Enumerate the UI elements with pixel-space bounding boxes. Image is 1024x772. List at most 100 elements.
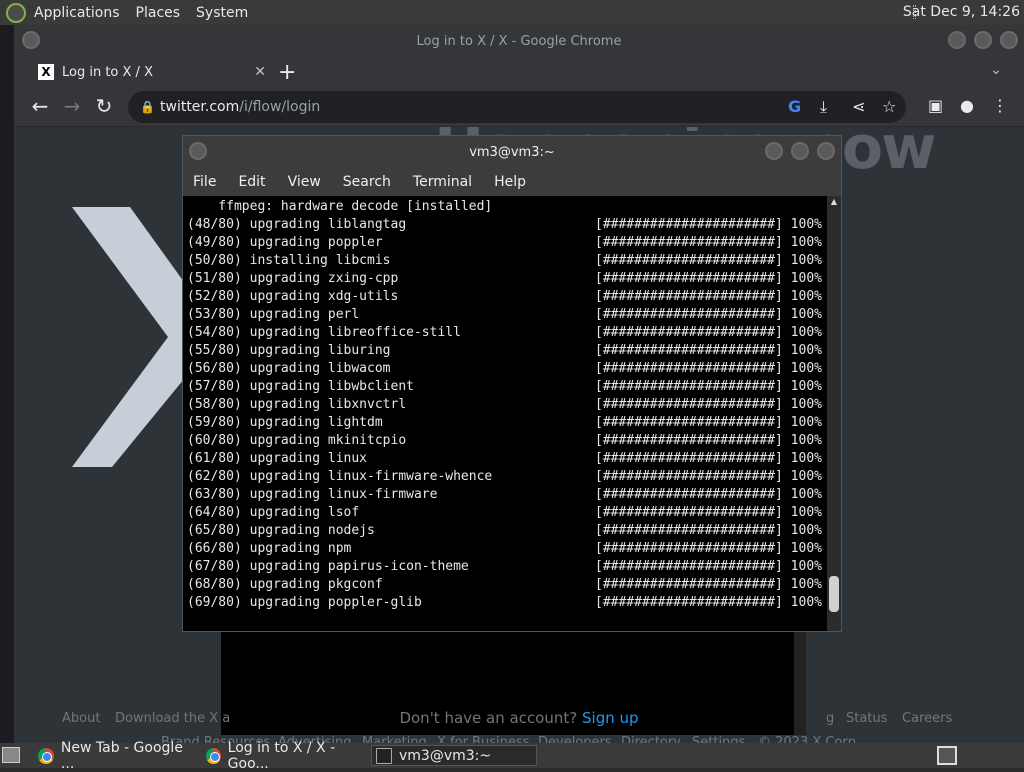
back-icon[interactable]: ← bbox=[24, 94, 56, 118]
package-step: (62/80) upgrading linux-firmware-whence bbox=[187, 469, 493, 484]
minimize-button[interactable] bbox=[948, 31, 966, 49]
progress-bar-text: [######################] 100% bbox=[595, 505, 822, 520]
terminal-maximize-button[interactable] bbox=[791, 142, 809, 160]
footer-link-careers[interactable]: Careers bbox=[902, 711, 952, 726]
footer-link-directory[interactable]: Directory bbox=[621, 735, 681, 743]
terminal-line: (50/80) installing libcmis [#############… bbox=[187, 252, 827, 270]
task-terminal[interactable]: vm3@vm3:~ bbox=[371, 745, 537, 766]
terminal-output[interactable]: ffmpeg: hardware decode [installed] (48/… bbox=[183, 196, 827, 631]
address-bar[interactable]: 🔒 twitter.com/i/flow/login G ⤓ ⋖ ☆ bbox=[128, 91, 906, 123]
footer-link-settings[interactable]: Settings bbox=[692, 735, 745, 743]
progress-bar-text: [######################] 100% bbox=[595, 541, 822, 556]
show-desktop-icon[interactable] bbox=[2, 747, 20, 763]
package-step: (55/80) upgrading liburing bbox=[187, 343, 391, 358]
bookmark-star-icon[interactable]: ☆ bbox=[882, 91, 896, 123]
terminal-line: (51/80) upgrading zxing-cpp [############… bbox=[187, 270, 827, 288]
progress-bar-text: [######################] 100% bbox=[595, 397, 822, 412]
new-tab-icon[interactable]: + bbox=[278, 60, 296, 85]
terminal-menu-search[interactable]: Search bbox=[343, 174, 391, 190]
side-panel-icon[interactable]: ▣ bbox=[928, 96, 943, 115]
progress-bar-text: [######################] 100% bbox=[595, 289, 822, 304]
terminal-minimize-button[interactable] bbox=[765, 142, 783, 160]
scrollbar-thumb[interactable] bbox=[829, 576, 839, 612]
task-label: New Tab - Google ... bbox=[60, 739, 183, 772]
chrome-icon bbox=[206, 747, 221, 764]
package-step: (48/80) upgrading liblangtag bbox=[187, 217, 407, 232]
clock[interactable]: Sat Dec 9, 14:26 bbox=[903, 4, 1020, 20]
terminal-menu-edit[interactable]: Edit bbox=[238, 174, 265, 190]
chrome-titlebar[interactable]: Log in to X / X - Google Chrome bbox=[14, 25, 1024, 57]
menu-places[interactable]: Places bbox=[136, 5, 181, 21]
share-icon[interactable]: ⋖ bbox=[852, 91, 865, 123]
footer-link-about[interactable]: About bbox=[62, 711, 100, 726]
workspace-switcher[interactable] bbox=[937, 746, 957, 765]
lock-icon[interactable]: 🔒 bbox=[140, 91, 155, 123]
maximize-button[interactable] bbox=[974, 31, 992, 49]
terminal-menu-terminal[interactable]: Terminal bbox=[413, 174, 472, 190]
distro-logo-icon[interactable] bbox=[6, 2, 26, 23]
progress-bar-text: [######################] 100% bbox=[595, 253, 822, 268]
terminal-menu-help[interactable]: Help bbox=[494, 174, 526, 190]
footer-link-download[interactable]: Download the X a bbox=[115, 711, 230, 726]
chrome-window-title: Log in to X / X - Google Chrome bbox=[416, 33, 622, 49]
tab-bar: X Log in to X / X ✕ + ⌄ bbox=[14, 57, 1024, 87]
progress-bar-text: [######################] 100% bbox=[595, 415, 822, 430]
forward-icon[interactable]: → bbox=[56, 94, 88, 118]
tab-title: Log in to X / X bbox=[62, 64, 153, 80]
terminal-titlebar[interactable]: vm3@vm3:~ bbox=[183, 136, 841, 168]
reload-icon[interactable]: ↻ bbox=[88, 94, 120, 118]
progress-bar-text: [######################] 100% bbox=[595, 307, 822, 322]
url-path: /i/flow/login bbox=[239, 99, 321, 115]
signup-link[interactable]: Sign up bbox=[582, 709, 639, 727]
progress-bar-text: [######################] 100% bbox=[595, 217, 822, 232]
footer-link-blog[interactable]: g bbox=[826, 711, 834, 726]
package-step: (61/80) upgrading linux bbox=[187, 451, 368, 466]
install-icon[interactable]: ⤓ bbox=[820, 91, 827, 123]
chrome-menu-icon[interactable]: ⋮ bbox=[992, 96, 1008, 115]
window-menu-button[interactable] bbox=[22, 31, 40, 49]
footer-link-developers[interactable]: Developers bbox=[538, 735, 612, 743]
terminal-scrollbar[interactable]: ▲ bbox=[827, 196, 841, 631]
terminal-menu-file[interactable]: File bbox=[193, 174, 216, 190]
task-login[interactable]: Log in to X / X - Goo... bbox=[202, 740, 368, 772]
terminal-line: (59/80) upgrading lightdm [##############… bbox=[187, 414, 827, 432]
terminal-line: (54/80) upgrading libreoffice-still [####… bbox=[187, 324, 827, 342]
terminal-line: (49/80) upgrading poppler [##############… bbox=[187, 234, 827, 252]
package-step: (59/80) upgrading lightdm bbox=[187, 415, 383, 430]
terminal-window-menu-button[interactable] bbox=[189, 142, 207, 160]
package-step: (51/80) upgrading zxing-cpp bbox=[187, 271, 399, 286]
progress-bar-text: [######################] 100% bbox=[595, 271, 822, 286]
package-step: (53/80) upgrading perl bbox=[187, 307, 360, 322]
profile-icon[interactable]: ● bbox=[960, 96, 974, 115]
package-step: (66/80) upgrading npm bbox=[187, 541, 352, 556]
tab-login[interactable]: X Log in to X / X ✕ bbox=[32, 57, 270, 87]
progress-bar-text: [######################] 100% bbox=[595, 343, 822, 358]
task-new-tab[interactable]: New Tab - Google ... bbox=[34, 740, 200, 772]
footer-link-business[interactable]: X for Business bbox=[437, 735, 529, 743]
terminal-line: (53/80) upgrading perl [#################… bbox=[187, 306, 827, 324]
package-step: (57/80) upgrading libwbclient bbox=[187, 379, 414, 394]
tab-search-chevron-icon[interactable]: ⌄ bbox=[990, 62, 1002, 78]
terminal-close-button[interactable] bbox=[817, 142, 835, 160]
tab-close-icon[interactable]: ✕ bbox=[254, 64, 266, 80]
footer-link-status[interactable]: Status bbox=[846, 711, 887, 726]
package-step: (63/80) upgrading linux-firmware bbox=[187, 487, 438, 502]
footer-link-marketing[interactable]: Marketing bbox=[362, 735, 427, 743]
menu-system[interactable]: System bbox=[196, 5, 248, 21]
progress-bar-text: [######################] 100% bbox=[595, 379, 822, 394]
close-button[interactable] bbox=[1000, 31, 1018, 49]
terminal-line: (68/80) upgrading pkgconf [##############… bbox=[187, 576, 827, 594]
google-icon[interactable]: G bbox=[788, 91, 801, 123]
menu-applications[interactable]: Applications bbox=[34, 5, 120, 21]
terminal-line: (55/80) upgrading liburing [#############… bbox=[187, 342, 827, 360]
terminal-line: (58/80) upgrading libxnvctrl [###########… bbox=[187, 396, 827, 414]
scroll-up-icon[interactable]: ▲ bbox=[827, 196, 841, 208]
terminal-line: (62/80) upgrading linux-firmware-whence [… bbox=[187, 468, 827, 486]
package-step: (64/80) upgrading lsof bbox=[187, 505, 360, 520]
terminal-menu-view[interactable]: View bbox=[288, 174, 321, 190]
url-host: twitter.com bbox=[160, 99, 240, 115]
terminal-line: (63/80) upgrading linux-firmware [#######… bbox=[187, 486, 827, 504]
terminal-window: vm3@vm3:~ File Edit View Search Terminal… bbox=[182, 135, 842, 632]
terminal-line: (66/80) upgrading npm [##################… bbox=[187, 540, 827, 558]
package-step: (58/80) upgrading libxnvctrl bbox=[187, 397, 407, 412]
